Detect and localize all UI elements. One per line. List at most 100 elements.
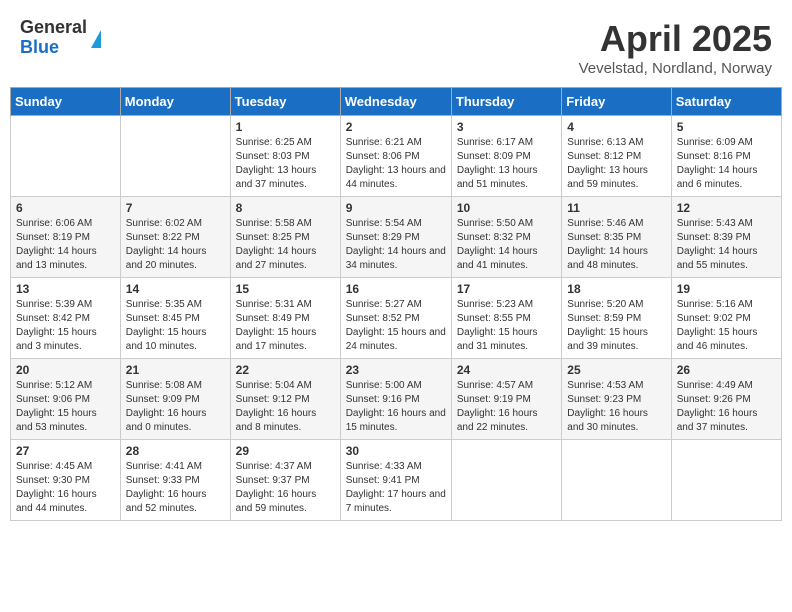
- day-info: Sunrise: 4:37 AMSunset: 9:37 PMDaylight:…: [236, 460, 335, 516]
- day-number: 22: [236, 363, 335, 377]
- day-number: 11: [567, 201, 665, 215]
- day-header-saturday: Saturday: [671, 88, 781, 116]
- calendar-cell: 21 Sunrise: 5:08 AMSunset: 9:09 PMDayligh…: [120, 359, 230, 440]
- calendar-cell: 3Sunrise: 6:17 AMSunset: 8:09 PMDaylight…: [451, 116, 561, 197]
- day-number: 16: [346, 282, 446, 296]
- day-number: 7: [126, 201, 225, 215]
- day-info: Sunrise: 5:00 AMSunset: 9:16 PMDaylight:…: [346, 379, 446, 435]
- calendar-cell: 6 Sunrise: 6:06 AMSunset: 8:19 PMDaylight…: [11, 197, 121, 278]
- calendar-cell: 26 Sunrise: 4:49 AMSunset: 9:26 PMDayligh…: [671, 359, 781, 440]
- day-info: Sunrise: 5:46 AMSunset: 8:35 PMDaylight:…: [567, 217, 665, 273]
- day-header-tuesday: Tuesday: [230, 88, 340, 116]
- calendar-week-row: 13Sunrise: 5:39 AMSunset: 8:42 PMDayligh…: [11, 278, 782, 359]
- day-info: Sunrise: 6:21 AMSunset: 8:06 PMDaylight:…: [346, 136, 446, 192]
- calendar-cell: 15 Sunrise: 5:31 AMSunset: 8:49 PMDayligh…: [230, 278, 340, 359]
- logo-text: General Blue: [20, 18, 87, 58]
- calendar-cell: 13Sunrise: 5:39 AMSunset: 8:42 PMDayligh…: [11, 278, 121, 359]
- calendar-week-row: 1 Sunrise: 6:25 AMSunset: 8:03 PMDaylight…: [11, 116, 782, 197]
- day-info: Sunrise: 6:25 AMSunset: 8:03 PMDaylight:…: [236, 136, 335, 192]
- day-header-sunday: Sunday: [11, 88, 121, 116]
- day-info: Sunrise: 4:57 AMSunset: 9:19 PMDaylight:…: [457, 379, 556, 435]
- day-number: 8: [236, 201, 335, 215]
- calendar-cell: 5 Sunrise: 6:09 AMSunset: 8:16 PMDaylight…: [671, 116, 781, 197]
- day-info: Sunrise: 5:31 AMSunset: 8:49 PMDaylight:…: [236, 298, 335, 354]
- day-info: Sunrise: 4:41 AMSunset: 9:33 PMDaylight:…: [126, 460, 225, 516]
- day-number: 2: [346, 120, 446, 134]
- calendar-cell: [562, 440, 671, 521]
- calendar-cell: 7Sunrise: 6:02 AMSunset: 8:22 PMDaylight…: [120, 197, 230, 278]
- day-info: Sunrise: 6:09 AMSunset: 8:16 PMDaylight:…: [677, 136, 776, 192]
- day-number: 29: [236, 444, 335, 458]
- day-number: 21: [126, 363, 225, 377]
- calendar-cell: [11, 116, 121, 197]
- day-number: 25: [567, 363, 665, 377]
- day-number: 5: [677, 120, 776, 134]
- calendar-week-row: 6 Sunrise: 6:06 AMSunset: 8:19 PMDaylight…: [11, 197, 782, 278]
- day-number: 23: [346, 363, 446, 377]
- calendar-cell: 11 Sunrise: 5:46 AMSunset: 8:35 PMDayligh…: [562, 197, 671, 278]
- calendar-cell: [451, 440, 561, 521]
- day-header-thursday: Thursday: [451, 88, 561, 116]
- calendar-cell: 24 Sunrise: 4:57 AMSunset: 9:19 PMDayligh…: [451, 359, 561, 440]
- day-number: 14: [126, 282, 225, 296]
- calendar-cell: 14 Sunrise: 5:35 AMSunset: 8:45 PMDayligh…: [120, 278, 230, 359]
- logo: General Blue: [20, 18, 101, 58]
- calendar-cell: 12Sunrise: 5:43 AMSunset: 8:39 PMDayligh…: [671, 197, 781, 278]
- month-title: April 2025: [579, 18, 772, 60]
- day-number: 1: [236, 120, 335, 134]
- calendar-cell: 28 Sunrise: 4:41 AMSunset: 9:33 PMDayligh…: [120, 440, 230, 521]
- calendar-cell: 9Sunrise: 5:54 AMSunset: 8:29 PMDaylight…: [340, 197, 451, 278]
- calendar-header-row: SundayMondayTuesdayWednesdayThursdayFrid…: [11, 88, 782, 116]
- calendar-cell: 19Sunrise: 5:16 AMSunset: 9:02 PMDayligh…: [671, 278, 781, 359]
- calendar-cell: 4 Sunrise: 6:13 AMSunset: 8:12 PMDaylight…: [562, 116, 671, 197]
- day-header-wednesday: Wednesday: [340, 88, 451, 116]
- day-number: 28: [126, 444, 225, 458]
- calendar-cell: 16 Sunrise: 5:27 AMSunset: 8:52 PMDayligh…: [340, 278, 451, 359]
- calendar-cell: 22 Sunrise: 5:04 AMSunset: 9:12 PMDayligh…: [230, 359, 340, 440]
- day-number: 10: [457, 201, 556, 215]
- day-number: 6: [16, 201, 115, 215]
- day-info: Sunrise: 5:20 AMSunset: 8:59 PMDaylight:…: [567, 298, 665, 354]
- day-info: Sunrise: 6:06 AMSunset: 8:19 PMDaylight:…: [16, 217, 115, 273]
- title-block: April 2025 Vevelstad, Nordland, Norway: [579, 18, 772, 77]
- day-number: 18: [567, 282, 665, 296]
- calendar-cell: 2 Sunrise: 6:21 AMSunset: 8:06 PMDaylight…: [340, 116, 451, 197]
- day-info: Sunrise: 5:08 AMSunset: 9:09 PMDaylight:…: [126, 379, 225, 435]
- calendar-cell: [671, 440, 781, 521]
- day-info: Sunrise: 4:53 AMSunset: 9:23 PMDaylight:…: [567, 379, 665, 435]
- calendar-week-row: 20Sunrise: 5:12 AMSunset: 9:06 PMDayligh…: [11, 359, 782, 440]
- day-header-friday: Friday: [562, 88, 671, 116]
- logo-triangle-icon: [91, 30, 101, 48]
- day-number: 26: [677, 363, 776, 377]
- day-number: 27: [16, 444, 115, 458]
- day-info: Sunrise: 5:50 AMSunset: 8:32 PMDaylight:…: [457, 217, 556, 273]
- day-info: Sunrise: 5:39 AMSunset: 8:42 PMDaylight:…: [16, 298, 115, 354]
- day-number: 3: [457, 120, 556, 134]
- day-number: 19: [677, 282, 776, 296]
- day-number: 12: [677, 201, 776, 215]
- day-info: Sunrise: 6:13 AMSunset: 8:12 PMDaylight:…: [567, 136, 665, 192]
- day-number: 17: [457, 282, 556, 296]
- day-info: Sunrise: 5:04 AMSunset: 9:12 PMDaylight:…: [236, 379, 335, 435]
- day-info: Sunrise: 5:23 AMSunset: 8:55 PMDaylight:…: [457, 298, 556, 354]
- day-number: 15: [236, 282, 335, 296]
- location-subtitle: Vevelstad, Nordland, Norway: [579, 60, 772, 77]
- day-info: Sunrise: 5:12 AMSunset: 9:06 PMDaylight:…: [16, 379, 115, 435]
- calendar-cell: 1 Sunrise: 6:25 AMSunset: 8:03 PMDaylight…: [230, 116, 340, 197]
- day-number: 4: [567, 120, 665, 134]
- day-info: Sunrise: 5:35 AMSunset: 8:45 PMDaylight:…: [126, 298, 225, 354]
- calendar-cell: 10 Sunrise: 5:50 AMSunset: 8:32 PMDayligh…: [451, 197, 561, 278]
- day-number: 24: [457, 363, 556, 377]
- calendar-cell: 17 Sunrise: 5:23 AMSunset: 8:55 PMDayligh…: [451, 278, 561, 359]
- day-number: 30: [346, 444, 446, 458]
- day-header-monday: Monday: [120, 88, 230, 116]
- calendar-cell: 23 Sunrise: 5:00 AMSunset: 9:16 PMDayligh…: [340, 359, 451, 440]
- calendar-cell: 8Sunrise: 5:58 AMSunset: 8:25 PMDaylight…: [230, 197, 340, 278]
- day-info: Sunrise: 5:27 AMSunset: 8:52 PMDaylight:…: [346, 298, 446, 354]
- calendar-table: SundayMondayTuesdayWednesdayThursdayFrid…: [10, 87, 782, 521]
- calendar-cell: 18 Sunrise: 5:20 AMSunset: 8:59 PMDayligh…: [562, 278, 671, 359]
- calendar-cell: [120, 116, 230, 197]
- day-info: Sunrise: 4:33 AMSunset: 9:41 PMDaylight:…: [346, 460, 446, 516]
- day-info: Sunrise: 5:54 AMSunset: 8:29 PMDaylight:…: [346, 217, 446, 273]
- day-info: Sunrise: 4:49 AMSunset: 9:26 PMDaylight:…: [677, 379, 776, 435]
